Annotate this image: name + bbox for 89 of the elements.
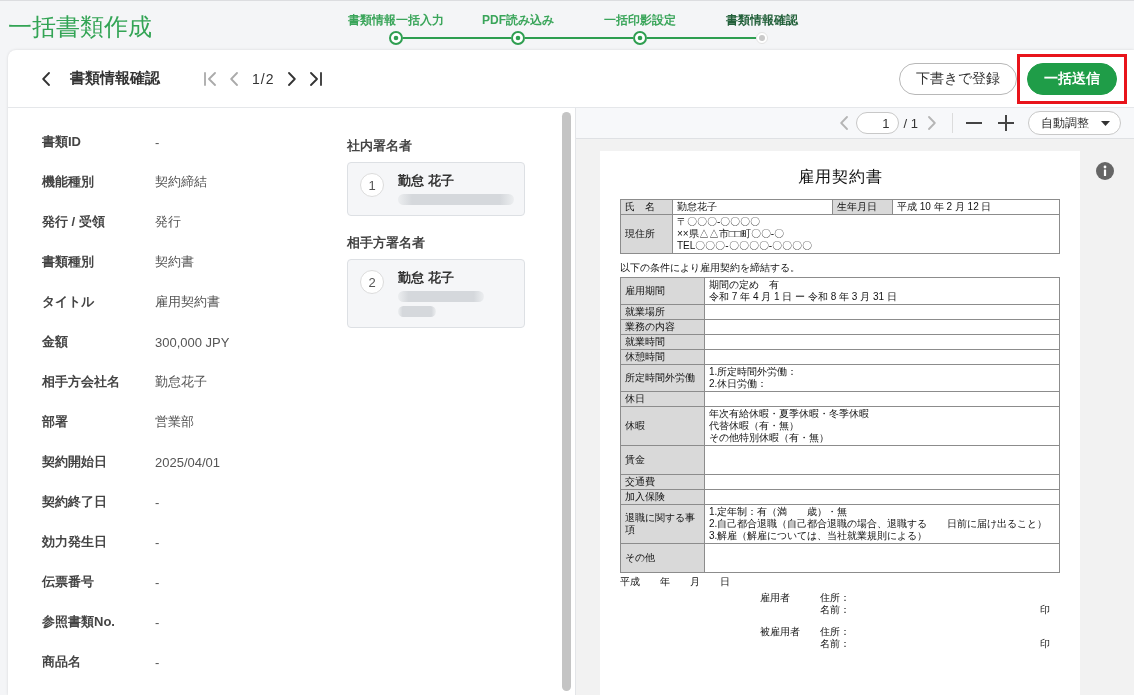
term-text: 代替休暇（有・無） (709, 420, 800, 432)
signer-name: 勤怠 花子 (398, 269, 454, 287)
term-text: その他特別休暇（有・無） (709, 432, 830, 444)
field-label: 機能種別 (42, 173, 94, 191)
term-text: 1.定年制：有（満 歳）・無 (709, 506, 849, 518)
field-label: 商品名 (42, 653, 81, 671)
page-counter: 1/2 (252, 70, 275, 87)
field-label: 参照書類No. (42, 613, 115, 631)
field-value: 営業部 (155, 413, 194, 431)
address-line: ××県△△市□□町〇〇-〇 (677, 228, 786, 240)
term-text: 年次有給休暇・夏季休暇・冬季休暇 (709, 408, 870, 420)
plus-icon[interactable] (998, 115, 1014, 131)
field-value: 契約締結 (155, 173, 207, 191)
field-value: 300,000 JPY (155, 334, 230, 350)
field-label: タイトル (42, 293, 94, 311)
page-input[interactable]: 1 (855, 112, 899, 134)
field-value: - (155, 534, 160, 550)
field-label: 発行 / 受領 (42, 213, 105, 231)
term-text: 令和 7 年 4 月 1 日 ー 令和 8 年 3 月 31 日 (709, 291, 898, 303)
signer-heading: 相手方署名者 (347, 234, 425, 252)
field-label: 部署 (42, 413, 68, 431)
step-label: PDF読み込み (482, 12, 554, 28)
field-value: 発行 (155, 213, 181, 231)
field-label: 伝票番号 (42, 573, 94, 591)
document-title: 雇用契約書 (797, 167, 883, 187)
field-value: 2025/04/01 (155, 454, 221, 470)
step-label: 書類情報一括入力 (348, 12, 444, 28)
page-title: 書類情報確認 (70, 69, 160, 88)
doc-label: 氏 名 (620, 199, 673, 215)
signature-label: 名前： (820, 604, 850, 616)
field-label: 契約開始日 (42, 453, 107, 471)
doc-value: 勤怠花子 (672, 199, 833, 215)
app-title: 一括書類作成 (8, 12, 152, 42)
field-value: 勤怠花子 (155, 373, 207, 391)
signer-name: 勤怠 花子 (398, 172, 454, 190)
term-label: 雇用期間 (620, 277, 705, 305)
doc-label: 現住所 (620, 214, 673, 254)
field-value: - (155, 134, 160, 150)
chevron-right-icon[interactable] (288, 71, 297, 86)
caret-icon (1101, 120, 1110, 126)
field-label: 契約終了日 (42, 493, 107, 511)
doc-label: 生年月日 (832, 199, 893, 215)
save-draft-button[interactable]: 下書きで登録 (899, 62, 1017, 95)
term-text: 2.休日労働： (709, 378, 769, 390)
field-label: 効力発生日 (42, 533, 107, 551)
chevron-left-icon[interactable] (42, 71, 50, 86)
field-value: 契約書 (155, 253, 194, 271)
field-label: 相手方会社名 (42, 373, 120, 391)
document-text: 以下の条件により雇用契約を締結する。 (620, 262, 800, 274)
term-text: 3.解雇（解雇については、当社就業規則による） (709, 530, 929, 542)
field-value: - (155, 614, 160, 630)
field-label: 書類ID (42, 133, 81, 151)
signature-label: 住所： (820, 626, 850, 638)
signer-heading: 社内署名者 (347, 137, 412, 155)
term-text: 期間の定め 有 (709, 279, 780, 291)
zoom-dropdown[interactable]: 自動調整 (1028, 111, 1121, 135)
seal-mark: 印 (1040, 638, 1050, 650)
step-label: 一括印影設定 (604, 12, 676, 28)
field-label: 金額 (42, 333, 68, 351)
signature-label: 名前： (820, 638, 850, 650)
blurred-text (398, 306, 436, 317)
page-total: / 1 (903, 115, 918, 131)
term-label: 退職に関する事項 (620, 504, 705, 544)
signature-role: 雇用者 (760, 592, 790, 604)
field-value: - (155, 574, 160, 590)
signer-number: 2 (360, 270, 384, 294)
send-all-button[interactable]: 一括送信 (1027, 62, 1117, 95)
signature-role: 被雇用者 (760, 626, 800, 638)
doc-value: 平成 10 年 2 月 12 日 (892, 199, 1060, 215)
field-label: 書類種別 (42, 253, 94, 271)
term-label: その他 (620, 543, 705, 573)
step-label: 書類情報確認 (726, 12, 798, 28)
signer-number: 1 (360, 173, 384, 197)
term-text: 2.自己都合退職（自己都合退職の場合、退職する 日前に届け出ること） (709, 518, 1049, 530)
address-line: 〒〇〇〇-〇〇〇〇 (677, 216, 762, 228)
info-icon[interactable] (1096, 162, 1114, 180)
address-line: TEL〇〇〇-〇〇〇〇-〇〇〇〇 (677, 240, 813, 252)
last-page-icon[interactable] (310, 71, 323, 86)
term-text: 1.所定時間外労働： (709, 366, 799, 378)
field-value: - (155, 654, 160, 670)
scrollbar[interactable] (562, 112, 571, 691)
field-value: - (155, 494, 160, 510)
date-line: 平成 年 月 日 (620, 576, 730, 588)
term-label: 休暇 (620, 406, 705, 446)
term-label: 賃金 (620, 445, 705, 475)
term-label: 所定時間外労働 (620, 364, 705, 392)
field-value: 雇用契約書 (155, 293, 220, 311)
seal-mark: 印 (1040, 604, 1050, 616)
signature-label: 住所： (820, 592, 850, 604)
